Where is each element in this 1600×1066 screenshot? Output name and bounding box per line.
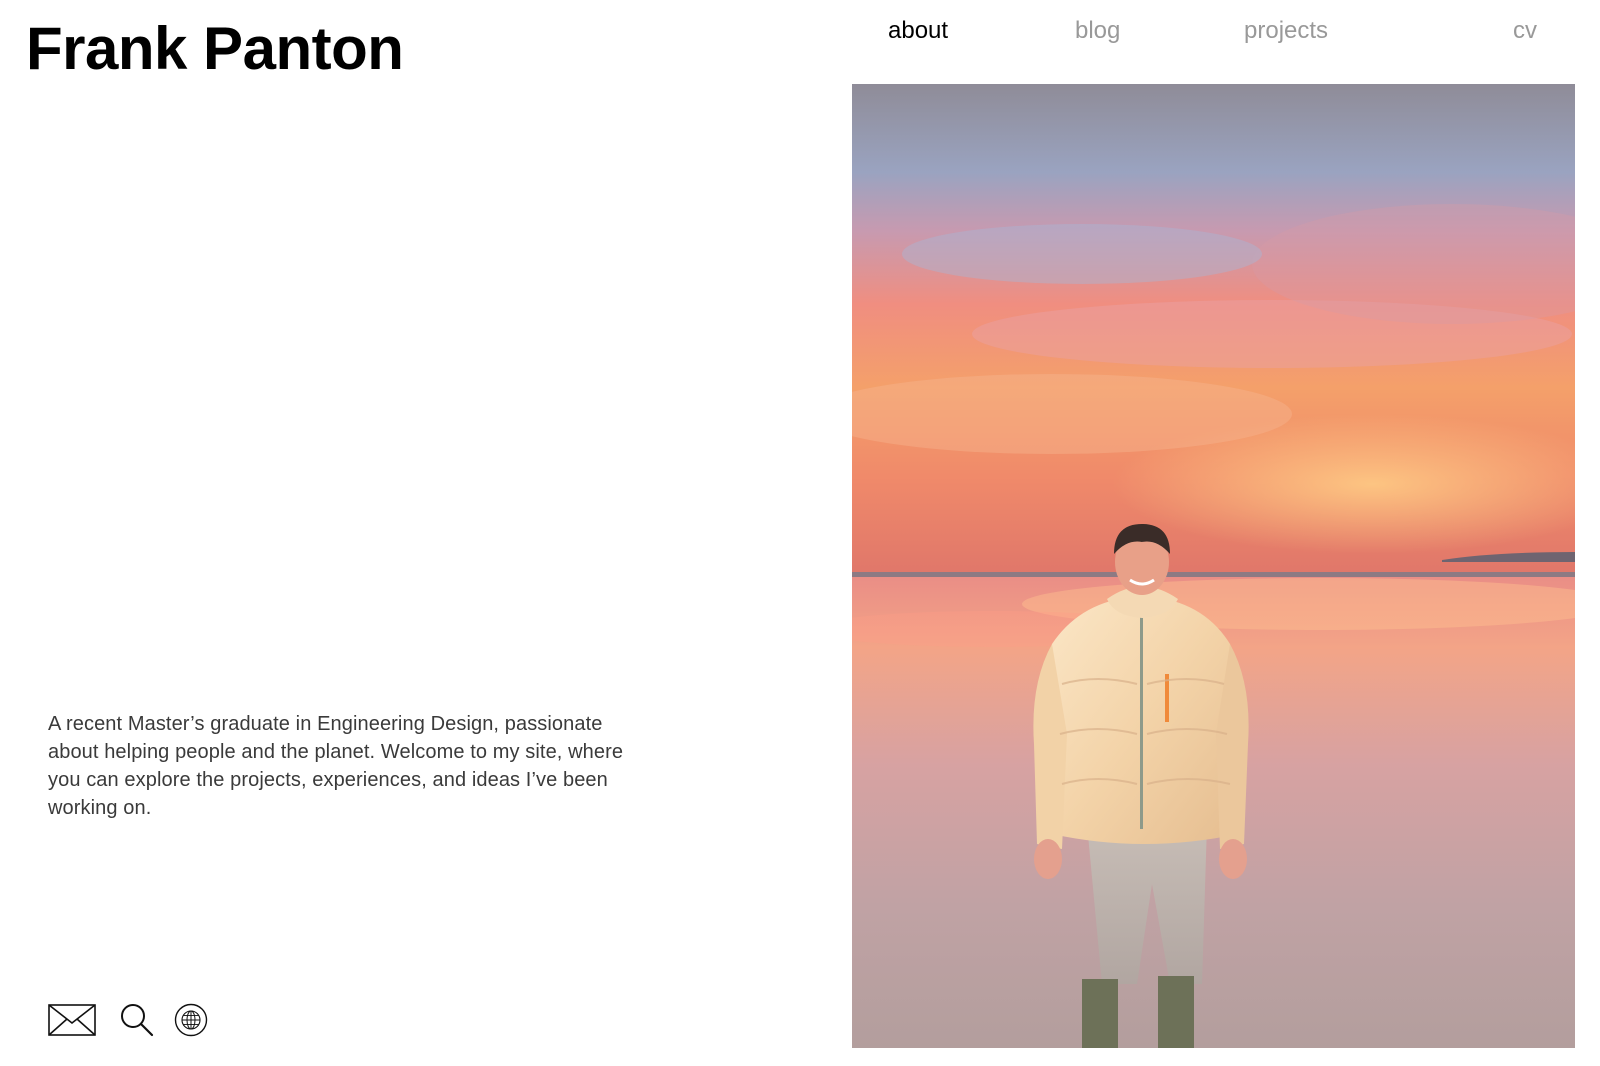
contact-icons [48,1003,228,1037]
profile-photo [852,84,1575,1048]
main-nav: about blog projects cv [0,14,1600,50]
nav-projects-link[interactable]: projects [1244,14,1328,48]
nav-blog-link[interactable]: blog [1075,14,1120,48]
search-icon[interactable] [120,1003,154,1037]
globe-icon[interactable] [174,1003,208,1037]
mail-icon[interactable] [48,1004,96,1036]
nav-about-link[interactable]: about [888,14,948,48]
intro-text: A recent Master’s graduate in Engineerin… [48,713,624,819]
nav-cv-link[interactable]: cv [1513,14,1537,48]
